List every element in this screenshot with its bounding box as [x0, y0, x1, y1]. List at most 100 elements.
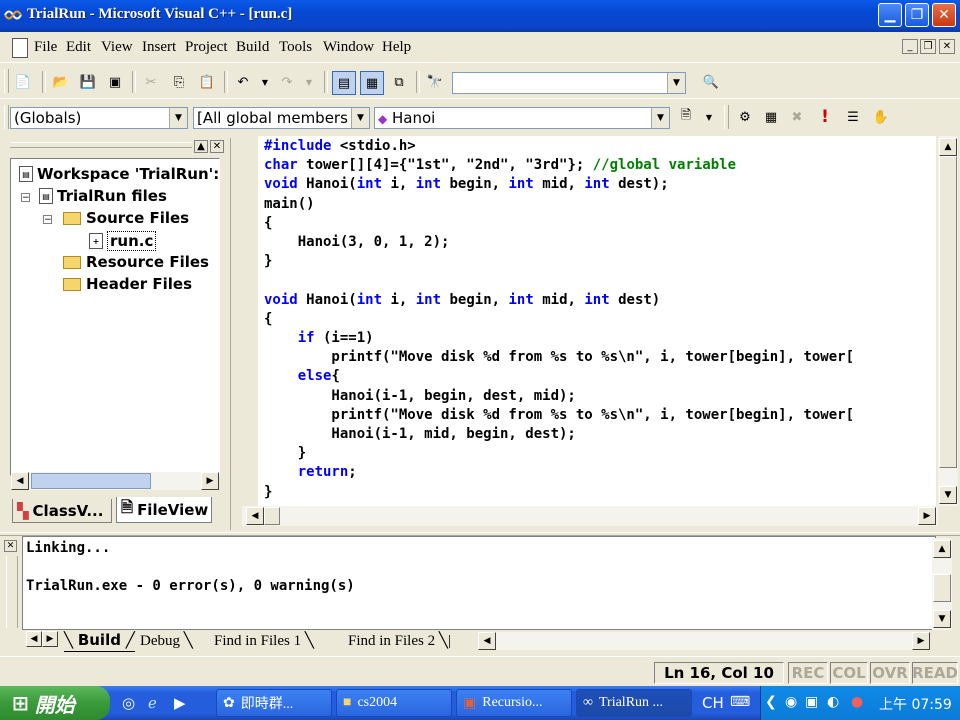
volume-icon[interactable]: ◐ [827, 694, 839, 710]
scroll-thumb[interactable] [31, 473, 151, 489]
code-line[interactable]: void Hanoi(int i, int begin, int mid, in… [264, 292, 660, 308]
open-folder-icon[interactable]: 📂 [50, 71, 72, 93]
restore-button[interactable]: ❐ [905, 3, 929, 27]
mdi-close-button[interactable]: ✕ [939, 39, 955, 54]
code-line[interactable]: void Hanoi(int i, int begin, int mid, in… [264, 176, 669, 192]
code-line[interactable]: } [264, 484, 272, 500]
start-button[interactable]: ⊞ 開始 [0, 686, 110, 720]
find-in-files-icon[interactable]: 🔭 [424, 71, 446, 93]
output-vertical-scrollbar[interactable]: ▲ ▼ [932, 538, 952, 630]
stop-build-icon[interactable]: ✖ [786, 106, 808, 128]
network-icon[interactable]: ▣ [805, 694, 818, 710]
menu-tools[interactable]: Tools [279, 39, 312, 56]
keyboard-icon[interactable]: ⌨ [730, 694, 750, 710]
task-im[interactable]: ✿ 即時群... [216, 689, 332, 717]
code-line[interactable]: main() [264, 196, 315, 212]
output-toggle-icon[interactable]: ▦ [360, 71, 384, 95]
code-line[interactable]: Hanoi(i-1, mid, begin, dest); [264, 426, 575, 442]
new-text-file-icon[interactable]: 📄 [12, 71, 34, 93]
scroll-right-icon[interactable]: ▶ [918, 507, 936, 525]
pane-grip[interactable] [6, 556, 18, 628]
tab-fileview[interactable]: 🗎 FileView [116, 497, 212, 523]
output-horizontal-scrollbar[interactable]: ◀ ▶ [478, 632, 930, 650]
window-list-icon[interactable]: ⧉ [388, 71, 410, 93]
redo-dropdown-icon[interactable]: ▼ [298, 71, 320, 93]
output-window[interactable]: Linking... TrialRun.exe - 0 error(s), 0 w… [22, 536, 936, 630]
editor-horizontal-scrollbar[interactable]: ◀ ▶ [242, 506, 938, 526]
output-close-button[interactable]: ✕ [4, 540, 17, 552]
scroll-right-icon[interactable]: ▶ [912, 632, 930, 650]
menu-edit[interactable]: Edit [66, 39, 91, 56]
quicklaunch-icon[interactable]: ◎ [122, 694, 135, 712]
chevron-down-icon[interactable]: ▼ [169, 108, 187, 128]
code-line[interactable]: { [264, 311, 272, 327]
code-line[interactable]: char tower[][4]={"1st", "2nd", "3rd"}; /… [264, 157, 736, 173]
code-line[interactable]: return; [264, 464, 357, 480]
code-line[interactable]: printf("Move disk %d from %s to %s\n", i… [264, 349, 854, 365]
copy-icon[interactable]: ⎘ [168, 71, 190, 93]
close-button[interactable]: ✕ [932, 3, 956, 27]
save-all-icon[interactable]: ▣ [104, 71, 126, 93]
code-line[interactable]: #include <stdio.h> [264, 138, 416, 154]
execute-icon[interactable]: ! [814, 106, 836, 128]
tree-project[interactable]: ▤ TrialRun files [39, 187, 167, 205]
code-line[interactable]: if (i==1) [264, 330, 374, 346]
chevron-down-icon[interactable]: ▼ [651, 108, 669, 128]
task-recursion[interactable]: ▣ Recursio... [456, 689, 572, 717]
code-line[interactable]: } [264, 253, 272, 269]
tree-source-files[interactable]: Source Files [63, 209, 189, 227]
scroll-thumb[interactable] [939, 156, 957, 468]
find-combo[interactable]: ▼ [452, 72, 686, 94]
file-tree[interactable]: ▤ Workspace 'TrialRun': − ▤ TrialRun fil… [10, 158, 220, 476]
security-icon[interactable]: ● [851, 694, 863, 710]
build-icon[interactable]: ▦ [760, 106, 782, 128]
toolbar-grip[interactable] [4, 105, 9, 129]
scope-combo[interactable]: (Globals) ▼ [10, 107, 188, 129]
scroll-thumb[interactable] [264, 507, 280, 525]
scroll-right-icon[interactable]: ▶ [201, 472, 219, 490]
code-editor[interactable]: #include <stdio.h> char tower[][4]={"1st"… [258, 136, 936, 506]
tab-find-in-files-1[interactable]: Find in Files 1 ╲ [214, 631, 314, 651]
wizard-action-icon[interactable]: 🗎 [675, 106, 697, 128]
chevron-down-icon[interactable]: ▼ [667, 73, 685, 93]
find-icon[interactable]: 🔍 [700, 71, 722, 93]
menu-insert[interactable]: Insert [142, 39, 176, 56]
tab-classview[interactable]: ▚ ClassV... [12, 499, 112, 523]
tree-file-run-c[interactable]: + run.c [89, 231, 157, 251]
ie-icon[interactable]: ℯ [148, 694, 157, 712]
code-line[interactable]: else{ [264, 368, 340, 384]
save-icon[interactable]: 💾 [77, 71, 99, 93]
code-line[interactable]: Hanoi(3, 0, 1, 2); [264, 234, 450, 250]
tree-horizontal-scrollbar[interactable]: ◀ ▶ [11, 472, 219, 490]
tree-resource-files[interactable]: Resource Files [63, 253, 209, 271]
pane-grip[interactable] [10, 142, 192, 148]
menu-project[interactable]: Project [185, 39, 228, 56]
menu-window[interactable]: Window [323, 39, 374, 56]
scroll-up-icon[interactable]: ▲ [939, 138, 957, 156]
title-bar[interactable]: TrialRun - Microsoft Visual C++ - [run.c… [0, 0, 960, 32]
scroll-left-icon[interactable]: ◀ [478, 632, 496, 650]
chevron-down-icon[interactable]: ▼ [351, 108, 369, 128]
wizard-dropdown-icon[interactable]: ▼ [698, 106, 720, 128]
scroll-left-icon[interactable]: ◀ [246, 507, 264, 525]
menu-help[interactable]: Help [382, 39, 411, 56]
collapse-icon[interactable]: − [43, 215, 52, 225]
tab-scroll-right-icon[interactable]: ▶ [42, 631, 58, 647]
function-combo[interactable]: ◆ Hanoi ▼ [374, 107, 670, 129]
media-player-icon[interactable]: ▶ [174, 694, 186, 712]
language-indicator[interactable]: CH [702, 694, 724, 712]
paste-icon[interactable]: 📋 [196, 71, 218, 93]
tab-find-in-files-2[interactable]: Find in Files 2 ╲| [348, 631, 451, 651]
pane-float-button[interactable]: ▲ [194, 140, 208, 153]
go-icon[interactable]: ☰ [842, 106, 864, 128]
code-line[interactable]: { [264, 215, 272, 231]
tab-scroll-left-icon[interactable]: ◀ [26, 631, 42, 647]
minimize-button[interactable]: ▁ [878, 3, 902, 27]
code-line[interactable]: printf("Move disk %d from %s to %s\n", i… [264, 407, 854, 423]
pane-close-button[interactable]: ✕ [210, 140, 224, 153]
mdi-restore-button[interactable]: ❐ [920, 39, 936, 54]
task-trialrun[interactable]: ∞ TrialRun ... [576, 689, 692, 717]
editor-vertical-scrollbar[interactable]: ▲ ▼ [938, 136, 958, 506]
menu-view[interactable]: View [101, 39, 133, 56]
breakpoint-hand-icon[interactable]: ✋ [870, 106, 892, 128]
